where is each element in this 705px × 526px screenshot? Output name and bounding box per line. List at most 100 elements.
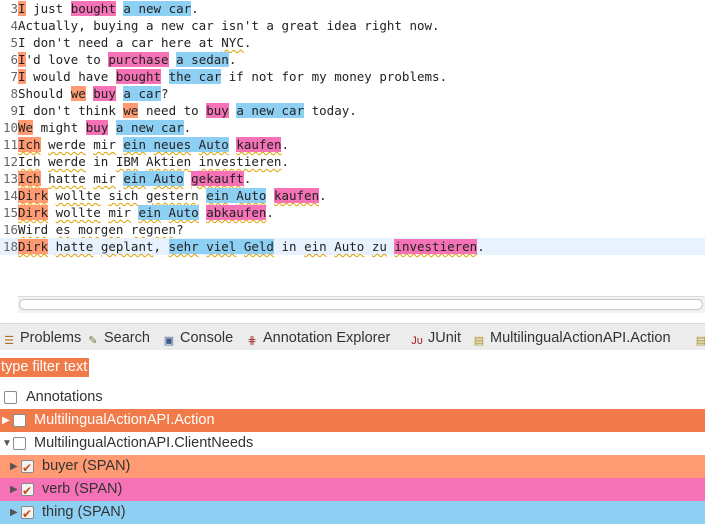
tree-row[interactable]: ▶ MultilingualActionAPI.Action bbox=[0, 409, 705, 432]
thing-highlight: a new car bbox=[115, 120, 184, 135]
text-fragment: werde bbox=[48, 137, 86, 152]
tree-checkbox[interactable] bbox=[21, 503, 34, 526]
buyer-highlight: I bbox=[18, 1, 26, 16]
tab-multilingualactionapi-action[interactable]: ▤ MultilingualActionAPI.Action bbox=[472, 328, 671, 348]
tree-row-label: verb (SPAN) bbox=[42, 481, 123, 497]
editor-line[interactable]: 3I just bought a new car. bbox=[0, 0, 705, 17]
editor-line[interactable]: 18Dirk hatte geplant, sehr viel Geld in … bbox=[0, 238, 705, 255]
text-fragment bbox=[221, 69, 229, 84]
verb-highlight: investieren bbox=[394, 239, 478, 254]
plain-text: Ich werde in IBM Aktien investieren. bbox=[18, 154, 289, 169]
text-fragment: d bbox=[33, 52, 41, 67]
tab-annotation-explorer[interactable]: ⋕ Annotation Explorer bbox=[245, 328, 390, 348]
expand-arrow-icon[interactable]: ▶ bbox=[10, 501, 18, 524]
tree-row[interactable]: ▶ buyer (SPAN) bbox=[0, 455, 705, 480]
line-text: I don't need a car here at NYC. bbox=[18, 35, 251, 50]
text-fragment: . bbox=[183, 120, 192, 135]
filter-input[interactable]: type filter text bbox=[0, 358, 90, 377]
root-checkbox[interactable] bbox=[4, 391, 17, 404]
line-number: 8 bbox=[10, 86, 18, 101]
tree-row[interactable]: ▼ MultilingualActionAPI.ClientNeeds bbox=[0, 432, 705, 455]
text-fragment: buying bbox=[93, 18, 139, 33]
text-fragment: zu bbox=[371, 239, 387, 254]
text-fragment bbox=[304, 69, 312, 84]
thing-highlight: a new car bbox=[236, 103, 305, 118]
editor-line[interactable]: 13Ich hatte mir ein Auto gekauft. bbox=[0, 170, 705, 187]
editor-line[interactable]: 6I'd love to purchase a sedan. bbox=[0, 51, 705, 68]
collapse-arrow-icon[interactable]: ▼ bbox=[2, 432, 12, 455]
text-fragment: my bbox=[311, 69, 327, 84]
thing-highlight: ein Auto bbox=[123, 171, 184, 186]
tree-checkbox[interactable] bbox=[13, 437, 26, 450]
text-fragment: have bbox=[78, 69, 109, 84]
tree-row[interactable]: ▶ thing (SPAN) bbox=[0, 501, 705, 526]
text-fragment: idea bbox=[326, 18, 357, 33]
plain-text: hatte geplant, bbox=[48, 239, 168, 254]
text-fragment: new bbox=[251, 103, 274, 118]
expand-arrow-icon[interactable]: ▶ bbox=[10, 478, 18, 501]
editor-line[interactable]: 9I don't think we need to buy a new car … bbox=[0, 102, 705, 119]
tab-junit[interactable]: Jᴜ JUnit bbox=[410, 328, 461, 348]
text-fragment bbox=[161, 205, 169, 220]
text-fragment: Auto bbox=[334, 239, 365, 254]
text-editor[interactable]: 3I just bought a new car. 4Actually, buyi… bbox=[0, 0, 705, 296]
text-fragment: to bbox=[85, 52, 101, 67]
editor-line[interactable]: 5I don't need a car here at NYC. bbox=[0, 34, 705, 51]
editor-line[interactable]: 14Dirk wollte sich gestern ein Auto kauf… bbox=[0, 187, 705, 204]
text-fragment bbox=[184, 18, 192, 33]
text-fragment: we bbox=[70, 86, 86, 101]
console-icon: ▣ bbox=[163, 335, 175, 347]
text-fragment bbox=[138, 154, 146, 169]
plain-text: need to bbox=[138, 103, 206, 118]
text-fragment bbox=[266, 188, 274, 203]
text-fragment bbox=[108, 154, 116, 169]
tab-console[interactable]: ▣ Console bbox=[162, 328, 233, 348]
plain-text: . bbox=[184, 120, 192, 135]
editor-line[interactable]: 10We might buy a new car. bbox=[0, 119, 705, 136]
editor-line[interactable]: 12Ich werde in IBM Aktien investieren. bbox=[0, 153, 705, 170]
text-fragment bbox=[138, 103, 146, 118]
line-number: 11 bbox=[2, 137, 18, 152]
horizontal-scrollbar[interactable] bbox=[18, 296, 705, 313]
plain-text bbox=[169, 52, 177, 67]
expand-arrow-icon[interactable]: ▶ bbox=[10, 455, 18, 478]
text-fragment: investieren bbox=[394, 239, 478, 254]
text-fragment bbox=[364, 239, 372, 254]
tree-checkbox[interactable] bbox=[13, 414, 26, 427]
tree-row[interactable]: ▶ verb (SPAN) bbox=[0, 478, 705, 503]
text-fragment bbox=[154, 35, 162, 50]
tab-overflow[interactable]: ▤ bbox=[694, 328, 705, 348]
text-fragment: here bbox=[161, 35, 192, 50]
plain-text: . bbox=[191, 1, 199, 16]
text-fragment: . bbox=[281, 137, 289, 152]
plain-text: if not for my money problems. bbox=[221, 69, 447, 84]
text-fragment: t bbox=[251, 18, 259, 33]
text-fragment: hatte bbox=[55, 239, 94, 254]
tree-checkbox[interactable] bbox=[21, 480, 34, 503]
plain-text: . bbox=[319, 188, 327, 203]
thing-highlight: a car bbox=[123, 86, 162, 101]
text-fragment: neues bbox=[153, 137, 192, 152]
tree-root-row[interactable]: Annotations bbox=[0, 386, 705, 409]
text-fragment: I bbox=[18, 52, 26, 67]
editor-line[interactable]: 15Dirk wollte mir ein Auto abkaufen. bbox=[0, 204, 705, 221]
text-fragment: a bbox=[123, 1, 131, 16]
plain-text: werde mir bbox=[41, 137, 124, 152]
editor-line[interactable]: 7I would have bought the car if not for … bbox=[0, 68, 705, 85]
tree-checkbox[interactable] bbox=[21, 457, 34, 480]
scrollbar-thumb[interactable] bbox=[19, 299, 703, 310]
expand-arrow-icon[interactable]: ▶ bbox=[2, 409, 10, 432]
text-fragment bbox=[48, 205, 56, 220]
editor-line[interactable]: 16Wird es morgen regnen? bbox=[0, 221, 705, 238]
text-fragment: . bbox=[191, 1, 199, 16]
line-text: I don't think we need to buy a new car t… bbox=[18, 103, 357, 118]
text-fragment bbox=[78, 52, 86, 67]
line-number: 15 bbox=[2, 205, 18, 220]
editor-line[interactable]: 4Actually, buying a new car isn't a grea… bbox=[0, 17, 705, 34]
tab-problems[interactable]: ☰ Problems bbox=[2, 328, 81, 348]
text-fragment bbox=[123, 222, 131, 237]
tab-search[interactable]: ✎ Search bbox=[86, 328, 150, 348]
editor-line[interactable]: 8Should we buy a car? bbox=[0, 85, 705, 102]
editor-line[interactable]: 11Ich werde mir ein neues Auto kaufen. bbox=[0, 136, 705, 153]
text-fragment: kaufen bbox=[236, 137, 282, 152]
